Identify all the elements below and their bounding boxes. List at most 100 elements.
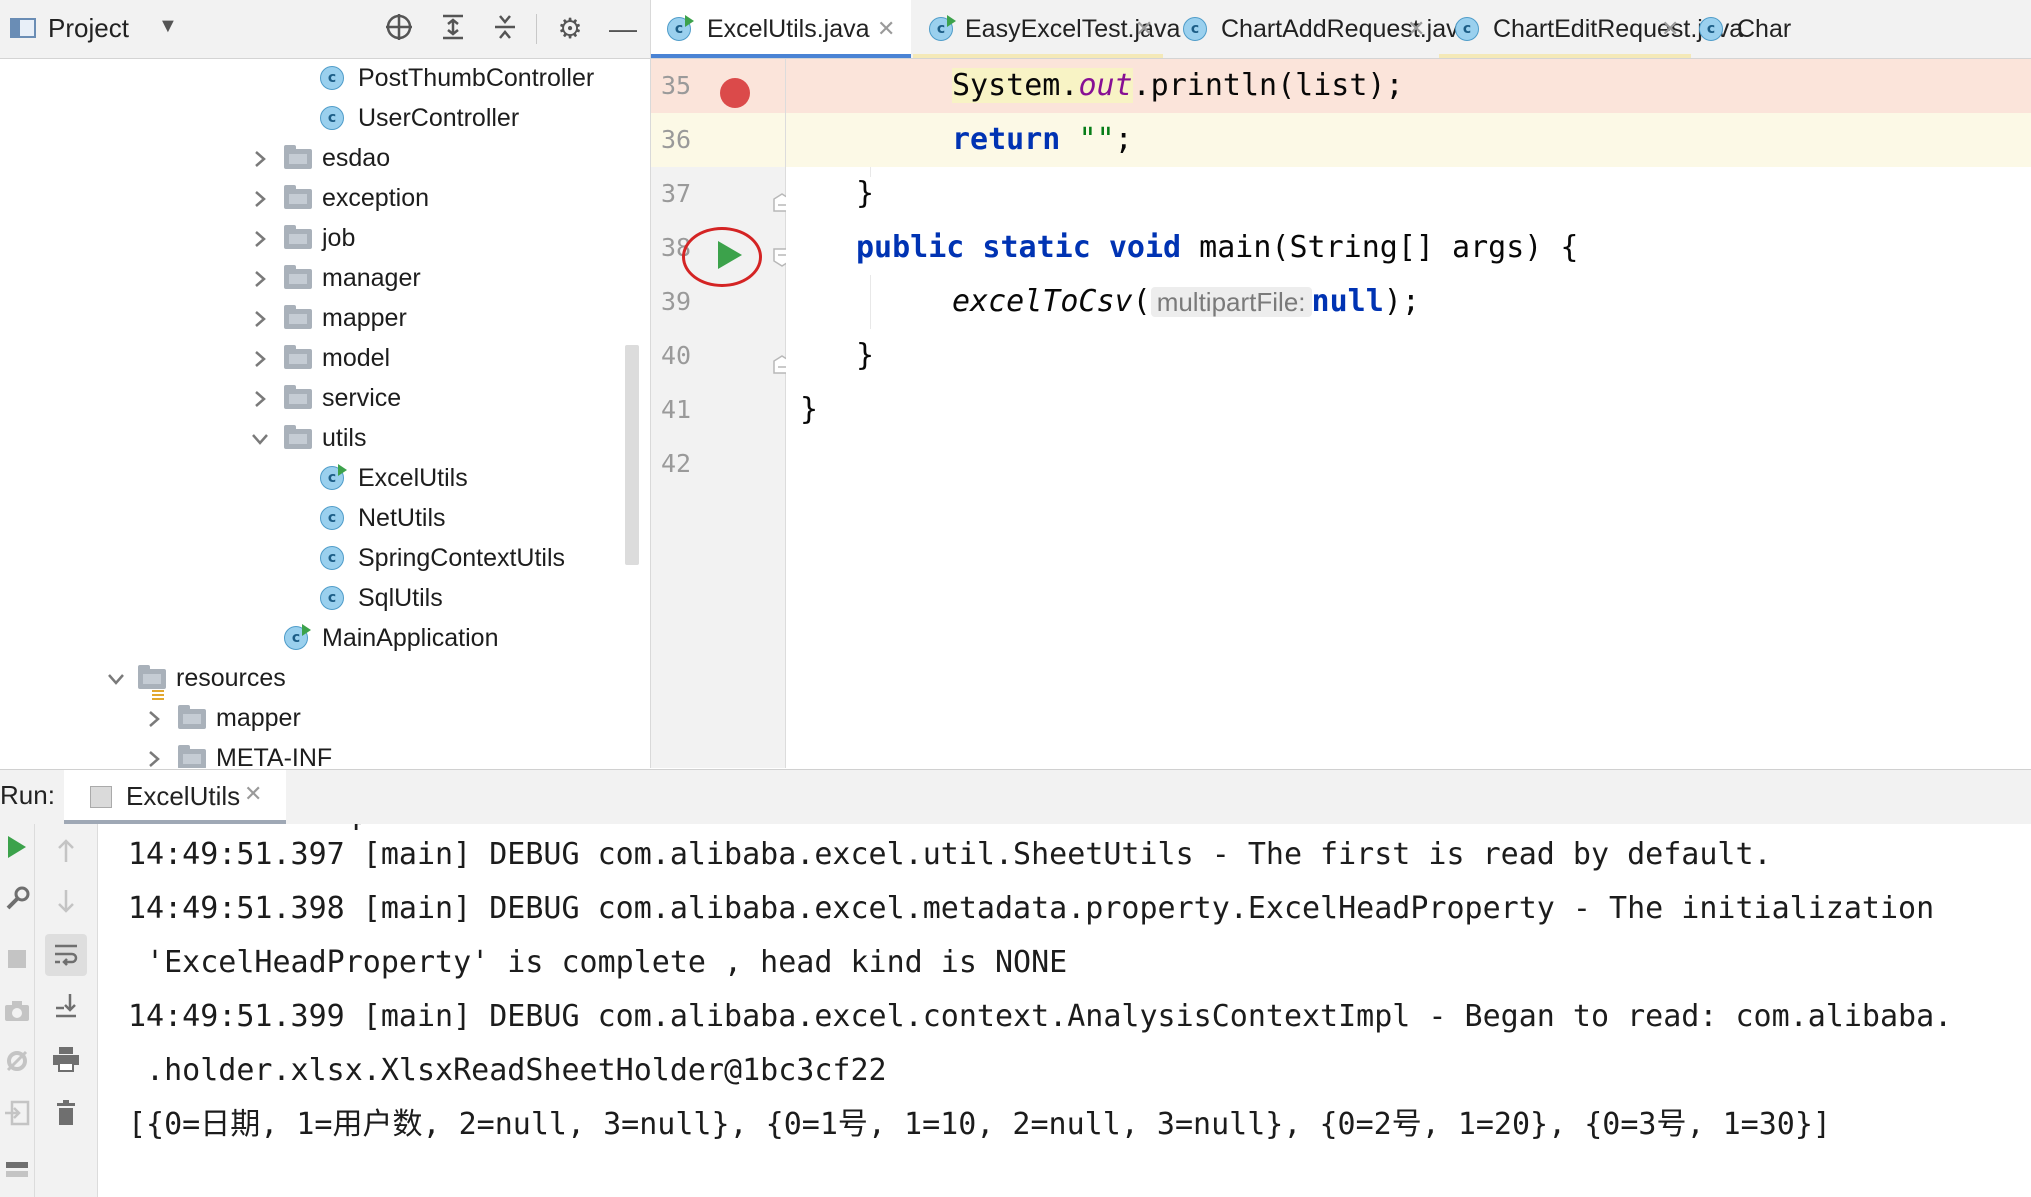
collapse-all-icon[interactable] <box>488 12 522 46</box>
chevron-right-icon[interactable] <box>248 338 272 378</box>
layout-icon[interactable] <box>0 1154 34 1188</box>
tab-charteditrequest[interactable]: c ChartEditRequest.java ✕ <box>1439 0 1743 58</box>
chevron-right-icon[interactable] <box>248 138 272 178</box>
tree-item[interactable]: mapper <box>0 698 650 738</box>
tree-item[interactable]: mapper <box>0 298 650 338</box>
tree-item[interactable]: service <box>0 378 650 418</box>
tree-item[interactable]: model <box>0 338 650 378</box>
package-icon <box>284 185 312 209</box>
tree-item-label: model <box>322 344 391 372</box>
tree-item[interactable]: manager <box>0 258 650 298</box>
print-icon[interactable] <box>49 1046 83 1080</box>
code-line-36[interactable]: return ""; <box>786 113 2031 167</box>
tab-chart-overflow[interactable]: c Char <box>1691 0 2031 58</box>
run-tab-label: ExcelUtils <box>126 781 241 811</box>
folder-icon <box>178 705 206 729</box>
tree-item[interactable]: c SqlUtils <box>0 578 650 618</box>
code-line-41[interactable]: } <box>786 383 2031 437</box>
breakpoint-icon[interactable] <box>720 78 750 108</box>
line-number: 42 <box>661 449 692 478</box>
tree-item-label: exception <box>322 184 430 212</box>
tree-item[interactable]: esdao <box>0 138 650 178</box>
chevron-down-icon[interactable] <box>104 658 128 698</box>
class-icon: c <box>1455 17 1479 41</box>
console-line: 14:49:51.399 [main] DEBUG com.alibaba.ex… <box>128 999 1953 1034</box>
arrow-down-icon[interactable] <box>49 888 83 922</box>
project-view-selector[interactable]: Project ▼ <box>48 13 178 44</box>
trash-icon[interactable] <box>49 1100 83 1134</box>
tree-item[interactable]: c NetUtils <box>0 498 650 538</box>
rerun-icon[interactable] <box>0 834 34 868</box>
line-number-highlighted: 35 <box>661 71 692 100</box>
code-token: } <box>800 392 819 427</box>
camera-icon[interactable] <box>0 996 34 1030</box>
folder-icon <box>178 745 206 768</box>
tree-item[interactable]: c SpringContextUtils <box>0 538 650 578</box>
tree-item[interactable]: exception <box>0 178 650 218</box>
code-line-35[interactable]: System.out.println(list); <box>786 59 2031 113</box>
minimize-icon[interactable]: — <box>606 12 640 46</box>
tree-item-label: utils <box>322 424 367 452</box>
run-tab-excelutils[interactable]: ExcelUtils ✕ <box>64 770 286 824</box>
code-keyword: return <box>952 122 1061 157</box>
package-icon <box>284 385 312 409</box>
tree-item-label: NetUtils <box>358 504 446 532</box>
close-icon[interactable]: ✕ <box>1661 0 1679 58</box>
scroll-to-end-icon[interactable] <box>49 992 83 1026</box>
close-icon[interactable]: ✕ <box>1407 0 1425 58</box>
tree-item-label: mapper <box>322 304 407 332</box>
chevron-right-icon[interactable] <box>142 698 166 738</box>
code-token: ; <box>1114 122 1133 157</box>
line-number: 40 <box>661 341 692 370</box>
spring-class-icon: c <box>284 624 311 650</box>
chevron-right-icon[interactable] <box>248 378 272 418</box>
tree-item[interactable]: META-INF <box>0 738 650 768</box>
chevron-right-icon[interactable] <box>248 178 272 218</box>
gear-icon[interactable]: ⚙ <box>553 12 587 46</box>
tree-item-label: PostThumbController <box>358 64 595 92</box>
code-editor[interactable]: System.out.println(list); return ""; } p… <box>786 59 2031 768</box>
soft-wrap-icon[interactable] <box>45 934 87 976</box>
code-line-40[interactable]: } <box>786 329 2031 383</box>
class-icon: c <box>1183 17 1207 41</box>
code-line-37[interactable]: } <box>786 167 2031 221</box>
project-tree: c PostThumbController c UserController esdao… <box>0 58 650 768</box>
locate-icon[interactable] <box>382 12 416 46</box>
tree-item[interactable]: c PostThumbController <box>0 58 650 98</box>
code-line-39[interactable]: excelToCsv(multipartFile: null); <box>786 275 2031 329</box>
tab-excelutils[interactable]: c ExcelUtils.java ✕ <box>651 0 911 58</box>
close-icon[interactable]: ✕ <box>244 781 262 807</box>
stop-icon[interactable] <box>0 944 34 978</box>
wrench-icon[interactable] <box>0 886 34 920</box>
close-icon[interactable]: ✕ <box>877 0 895 58</box>
expand-all-icon[interactable] <box>436 12 470 46</box>
tree-scrollbar[interactable] <box>625 345 639 565</box>
tree-item[interactable]: c UserController <box>0 98 650 138</box>
close-icon[interactable]: ✕ <box>1135 0 1153 58</box>
tree-item[interactable]: utils <box>0 418 650 458</box>
chevron-right-icon[interactable] <box>248 298 272 338</box>
tab-chartaddrequest[interactable]: c ChartAddRequest.java ✕ <box>1165 0 1473 58</box>
tree-item-label: SpringContextUtils <box>358 544 566 572</box>
tree-item[interactable]: resources <box>0 658 650 700</box>
tree-item[interactable]: c MainApplication <box>0 618 650 658</box>
tree-item-label: service <box>322 384 402 412</box>
code-line-38[interactable]: public static void main(String[] args) { <box>786 221 2031 275</box>
code-token: ); <box>1383 284 1420 319</box>
code-token: .println(list); <box>1132 68 1404 103</box>
tab-easyexceltest[interactable]: c EasyExcelTest.java ✕ <box>913 0 1180 58</box>
debug-settings-icon[interactable] <box>0 1048 34 1082</box>
arrow-up-icon[interactable] <box>49 838 83 872</box>
code-keyword: public static void <box>856 230 1182 265</box>
chevron-right-icon[interactable] <box>142 738 166 768</box>
chevron-right-icon[interactable] <box>248 258 272 298</box>
chevron-right-icon[interactable] <box>248 218 272 258</box>
restore-layout-icon[interactable] <box>0 1100 34 1134</box>
run-console[interactable]: [ 14:49:51.397 [main] DEBUG com.alibaba.… <box>98 824 2031 1197</box>
project-window-icon <box>10 18 36 38</box>
class-icon: c <box>1699 17 1723 41</box>
chevron-down-icon[interactable] <box>248 418 272 458</box>
class-icon: c <box>320 106 344 130</box>
tree-item[interactable]: job <box>0 218 650 258</box>
tree-item[interactable]: c ExcelUtils <box>0 458 650 498</box>
